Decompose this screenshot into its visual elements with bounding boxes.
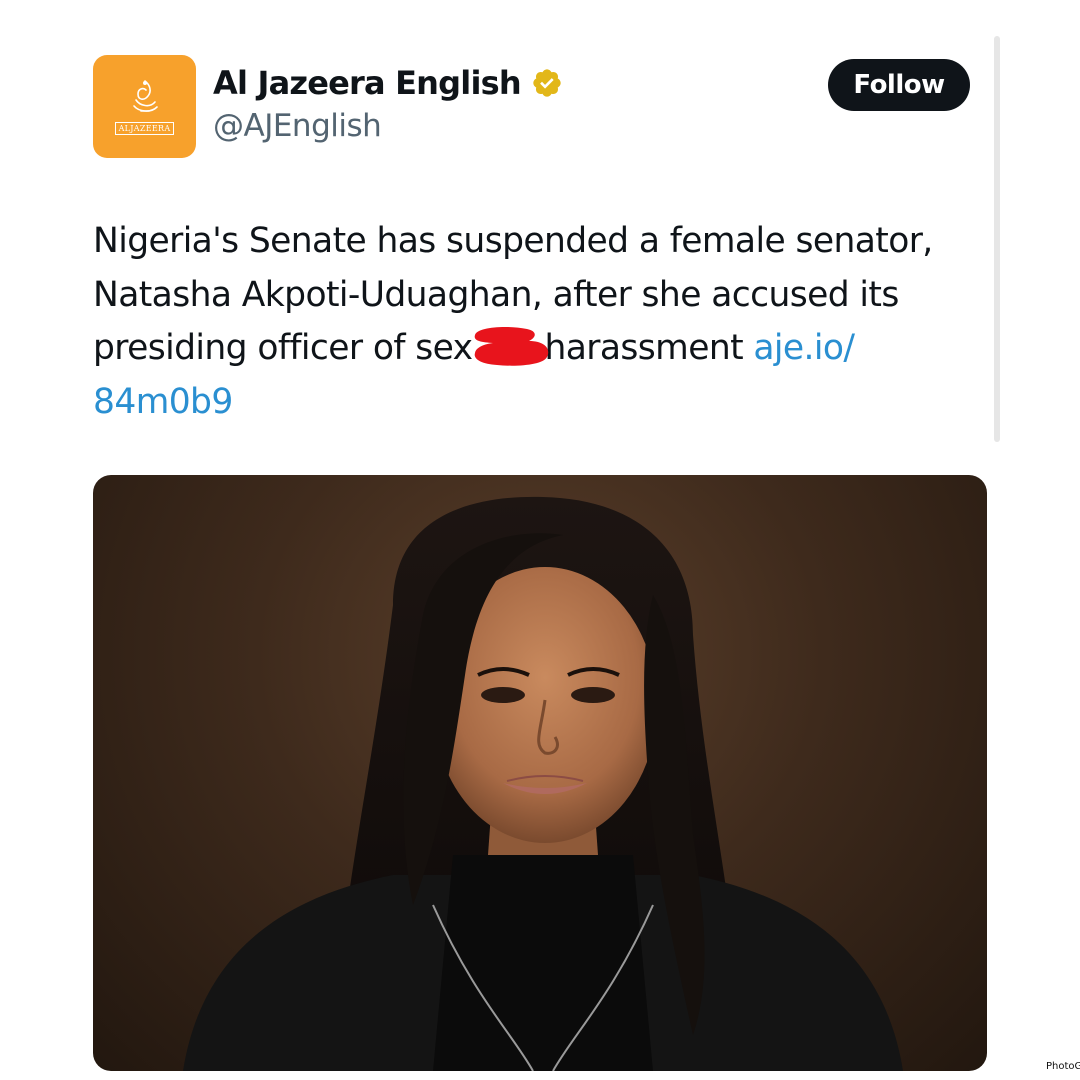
- tweet-text-segment: harassment: [544, 328, 754, 368]
- verified-badge-icon[interactable]: [531, 67, 563, 99]
- tweet-text-segment: presiding officer of sex: [93, 328, 473, 368]
- tweet-card: ALJAZEERA Al Jazeera English @AJEnglish …: [0, 0, 1080, 1080]
- display-name[interactable]: Al Jazeera English: [213, 64, 522, 102]
- watermark-text: PhotoG: [1046, 1061, 1080, 1072]
- account-avatar[interactable]: ALJAZEERA: [93, 55, 196, 158]
- tweet-media-image[interactable]: [93, 475, 987, 1071]
- display-name-row: Al Jazeera English: [213, 64, 563, 102]
- turtleneck-shape: [433, 855, 653, 1071]
- tweet-link[interactable]: 84m0b9: [93, 376, 983, 430]
- tweet-line: Nigeria's Senate has suspended a female …: [93, 221, 933, 261]
- tweet-line: Natasha Akpoti-Uduaghan, after she accus…: [93, 274, 899, 315]
- redaction-mark: [467, 323, 549, 367]
- avatar-logo-text: ALJAZEERA: [114, 122, 175, 135]
- al-jazeera-emblem-icon: [132, 80, 158, 112]
- portrait-photo: [183, 496, 903, 1071]
- follow-button[interactable]: Follow: [828, 59, 970, 111]
- tweet-text: Nigeria's Senate has suspended a female …: [93, 215, 983, 429]
- tweet-link[interactable]: aje.io/: [753, 328, 855, 368]
- tweet-line: presiding officer of sex harassment aje.i…: [93, 322, 983, 376]
- redaction-scribble-icon: [474, 327, 548, 366]
- account-handle[interactable]: @AJEnglish: [213, 108, 382, 144]
- scrollbar[interactable]: [994, 36, 1000, 442]
